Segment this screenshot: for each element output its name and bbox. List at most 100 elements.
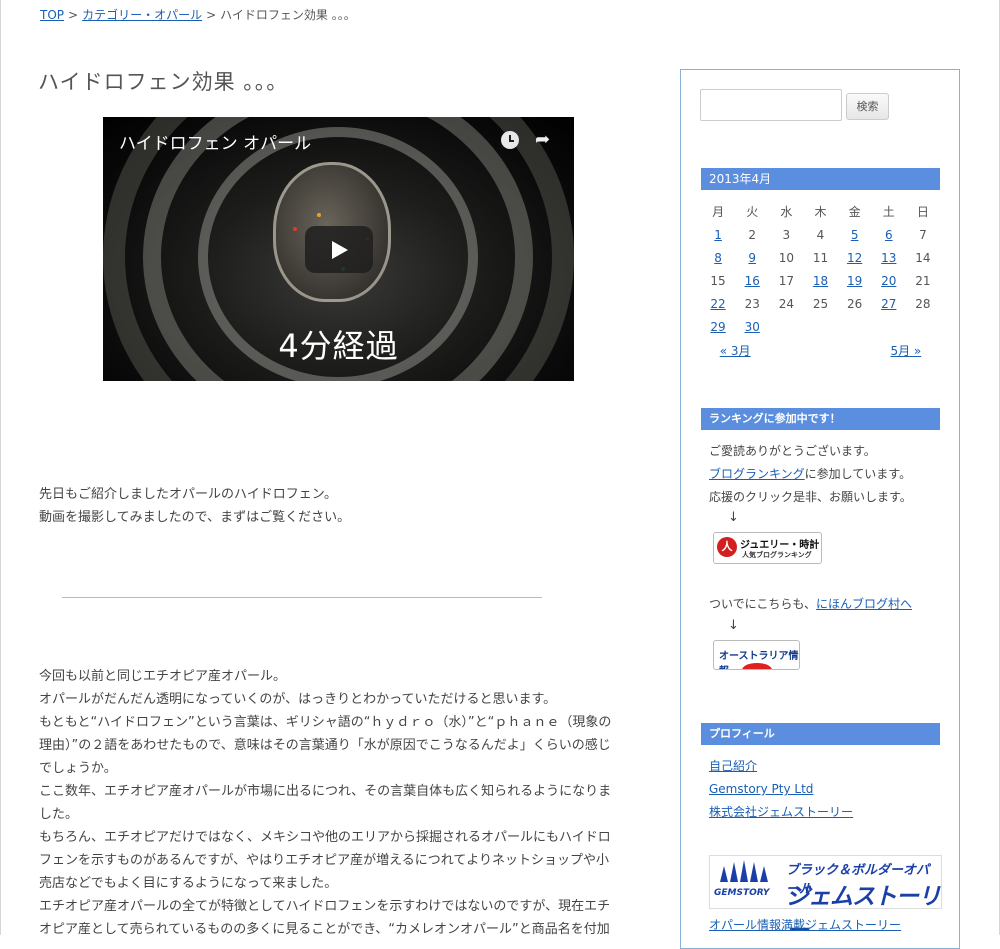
ranking-text: ご愛読ありがとうございます。 ブログランキングに参加しています。 応援のクリック… [709,440,912,509]
calendar-day-link[interactable]: 16 [745,274,760,288]
breadcrumb-current: ハイドロフェン効果 。。。 [220,8,356,22]
calendar-day [838,315,872,338]
paragraph-line: エチオピア産オパールの全てが特徴としてハイドロフェンを示すわけではないのですが、… [39,899,611,914]
ranking-heading: ランキングに参加中です！ [701,408,940,430]
calendar-day: 30 [735,315,769,338]
paragraph-line: 動画を撮影してみましたので、まずはご覧ください。 [39,510,351,525]
calendar-day: 25 [812,296,829,311]
watch-later-icon[interactable] [501,131,519,149]
nihon-blog-line: ついでにこちらも、にほんブログ村へ [709,593,912,616]
profile-links: 自己紹介 Gemstory Pty Ltd 株式会社ジェムストーリー [709,755,853,824]
ranking-line: ブログランキングに参加しています。 [709,463,912,486]
play-button[interactable] [305,226,373,273]
ranking-line: 応援のクリック是非、お願いします。 [709,490,912,504]
paragraph-line: オピア産として売られているものの多くに見ることができ、“カメレオンオパール”と商… [39,922,610,937]
calendar-weekday: 金 [848,205,861,219]
calendar-day: 24 [778,296,794,311]
australia-info-banner[interactable]: オーストラリア情報 [713,640,800,670]
video-title[interactable]: ハイドロフェン オパール [119,129,311,154]
video-player[interactable]: ハイドロフェン オパール ➦ 4分経過 [103,117,574,381]
profile-link-about[interactable]: 自己紹介 [709,759,757,773]
calendar-day-link[interactable]: 8 [714,251,722,265]
calendar-next-month-link[interactable]: 5月 » [890,344,921,358]
calendar-day [872,315,906,338]
paragraph-line: 先日もご紹介しましたオパールのハイドロフェン。 [39,487,337,502]
calendar-day: 22 [701,292,735,315]
gemstory-info-link[interactable]: オパール情報満載ジェムストーリー [709,918,901,932]
paragraph-line: フェンを示すものがあるんですが、やはりエチオピア産が増えるにつれてよりネットショ… [39,853,610,868]
banner-logo-mark [742,663,772,669]
paragraph-line: 理由）”の２語をあわせたもので、意味はその言葉通り「水が原因でこうなるんだよ」く… [39,738,611,753]
calendar-day-link[interactable]: 22 [710,297,725,311]
breadcrumb-separator: > [68,8,79,22]
nihon-blog-link[interactable]: にほんブログ村へ [816,597,912,611]
calendar-day-link[interactable]: 27 [881,297,896,311]
share-icon[interactable]: ➦ [535,129,550,150]
calendar-prev-month-link[interactable]: « 3月 [720,344,751,358]
calendar-day: 27 [872,292,906,315]
search-button[interactable]: 検索 [846,93,889,120]
profile-link-gemstory-pty[interactable]: Gemstory Pty Ltd [709,782,813,796]
search-input[interactable] [700,89,842,121]
calendar-body: 1 2 3 4 5 6 7 8 9 10 11 12 13 14 15 16 17 18 19 20 21 22 23 24 2… [701,223,940,338]
jewelry-ranking-banner[interactable]: 人 ジュエリー・時計 人気ブログランキング [713,532,822,564]
banner-sublabel: 人気ブログランキング [742,551,812,559]
paragraph-line: でしょうか。 [39,761,117,776]
calendar-day: 7 [919,227,927,242]
ranking-line-suffix: に参加しています。 [804,467,912,481]
calendar: 月火水木金土日 1 2 3 4 5 6 7 8 9 10 11 12 13 14 15 16 17 18 19 20 2… [701,200,940,362]
banner-label: ジュエリー・時計 [740,540,820,551]
calendar-day-link[interactable]: 12 [847,251,862,265]
ranking-badge-icon: 人 [717,537,737,557]
calendar-day: 8 [701,246,735,269]
video-sparkle [293,227,297,231]
calendar-day [769,315,803,338]
paragraph-line: した。 [39,807,79,822]
calendar-nav-row: « 3月 5月 » [701,338,940,362]
calendar-day: 29 [701,315,735,338]
paragraph-line: 売店などでもよく目にするようになって来ました。 [39,876,338,891]
calendar-day: 1 [701,223,735,246]
calendar-day-link[interactable]: 30 [745,320,760,334]
gemstory-banner[interactable]: GEMSTORY ブラック＆ボルダーオパール ジェムストーリー [709,855,942,944]
calendar-day-link[interactable]: 18 [813,274,828,288]
calendar-week-row: 8 9 10 11 12 13 14 [701,246,940,269]
calendar-day-link[interactable]: 9 [748,251,756,265]
calendar-day-link[interactable]: 6 [885,228,893,242]
calendar-week-row: 29 30 [701,315,940,338]
calendar-weekday: 月 [712,205,725,219]
paragraph-line: 今回も以前と同じエチオピア産オパール。 [39,669,287,684]
gemstory-bottom-line: オパール情報満載ジェムストーリー [709,914,901,937]
breadcrumb-top-link[interactable]: TOP [40,8,64,22]
post-body: 今回も以前と同じエチオピア産オパール。 オパールがだんだん透明になっていくのが、… [39,665,639,941]
calendar-weekday: 木 [814,205,827,219]
down-arrow-icon: ↓ [728,618,739,633]
calendar-day: 9 [735,246,769,269]
calendar-day-link[interactable]: 1 [714,228,722,242]
calendar-day-link[interactable]: 5 [851,228,859,242]
calendar-day: 4 [816,227,825,242]
calendar-day-link[interactable]: 13 [881,251,896,265]
nihon-blog-prefix: ついでにこちらも、 [709,597,817,611]
calendar-day: 6 [872,223,906,246]
calendar-weekday: 水 [780,205,793,219]
calendar-weekday: 土 [882,205,895,219]
ranking-line: ご愛読ありがとうございます。 [709,444,876,458]
crown-logo-icon [720,860,768,882]
calendar-day-link[interactable]: 20 [881,274,896,288]
breadcrumb-separator: > [206,8,217,22]
blog-ranking-link[interactable]: ブログランキング [709,467,805,481]
profile-link-gemstory-jp[interactable]: 株式会社ジェムストーリー [709,805,853,819]
calendar-day: 19 [838,269,872,292]
calendar-day: 17 [778,273,794,288]
calendar-day: 18 [803,269,837,292]
post-intro: 先日もご紹介しましたオパールのハイドロフェン。 動画を撮影してみましたので、まず… [39,483,639,529]
calendar-day: 3 [782,227,791,242]
calendar-day-link[interactable]: 19 [847,274,862,288]
breadcrumb-category-link[interactable]: カテゴリー・オパール [82,8,202,22]
calendar-day: 23 [744,296,760,311]
video-caption: 4分経過 [278,327,399,365]
calendar-day: 21 [915,273,931,288]
page-border-left [0,0,1,935]
calendar-day-link[interactable]: 29 [710,320,725,334]
